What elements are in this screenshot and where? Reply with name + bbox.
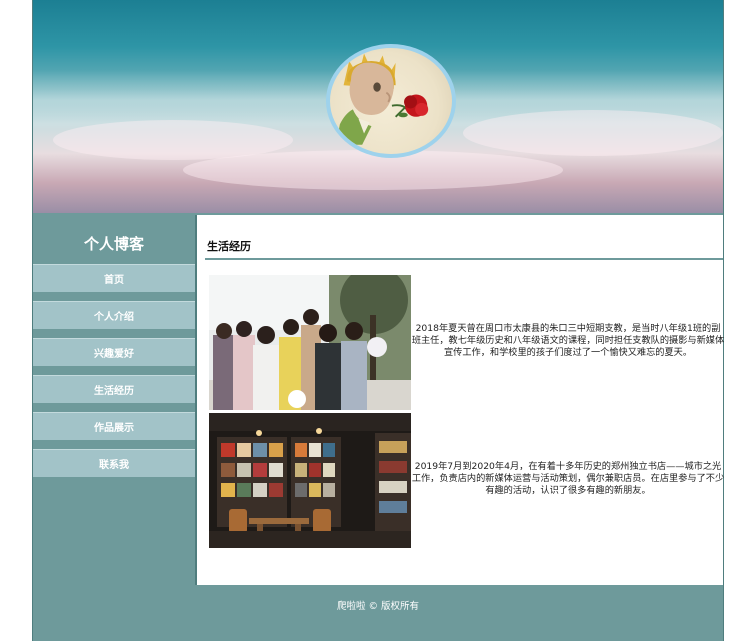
avatar <box>326 44 456 158</box>
page-frame: 个人博客 首页 个人介绍 兴趣爱好 生活经历 作品展示 联系我 生活经历 201… <box>32 0 724 641</box>
nav-item-about[interactable]: 个人介绍 <box>33 301 195 329</box>
banner-cloud <box>463 110 723 156</box>
experience-text-bookstore: 2019年7月到2020年4月，在有着十多年历史的郑州独立书店——城市之光工作，… <box>411 461 725 496</box>
footer-copyright: 爬啦啦 © 版权所有 <box>336 601 420 612</box>
nav-item-hobbies[interactable]: 兴趣爱好 <box>33 338 195 366</box>
experience-text-teaching: 2018年夏天曾在周口市太康县的朱口三中短期支教，是当时八年级1班的副班主任，教… <box>411 323 725 358</box>
bookstore-photo <box>209 413 411 548</box>
header-banner <box>33 0 723 213</box>
heading-divider <box>205 258 723 260</box>
nav-item-works[interactable]: 作品展示 <box>33 412 195 440</box>
sidebar: 个人博客 首页 个人介绍 兴趣爱好 生活经历 作品展示 联系我 <box>33 213 195 585</box>
main-content: 生活经历 2018年夏天曾在周口市太康县的朱口三中短期支教，是当时八年级1班的副… <box>195 215 725 585</box>
little-prince-avatar-image <box>336 53 429 145</box>
nav-item-home[interactable]: 首页 <box>33 264 195 292</box>
section-heading: 生活经历 <box>207 240 251 253</box>
blog-title: 个人博客 <box>83 235 144 253</box>
teaching-photo <box>209 275 411 410</box>
nav-item-contact[interactable]: 联系我 <box>33 449 195 477</box>
nav-item-experience[interactable]: 生活经历 <box>33 375 195 403</box>
